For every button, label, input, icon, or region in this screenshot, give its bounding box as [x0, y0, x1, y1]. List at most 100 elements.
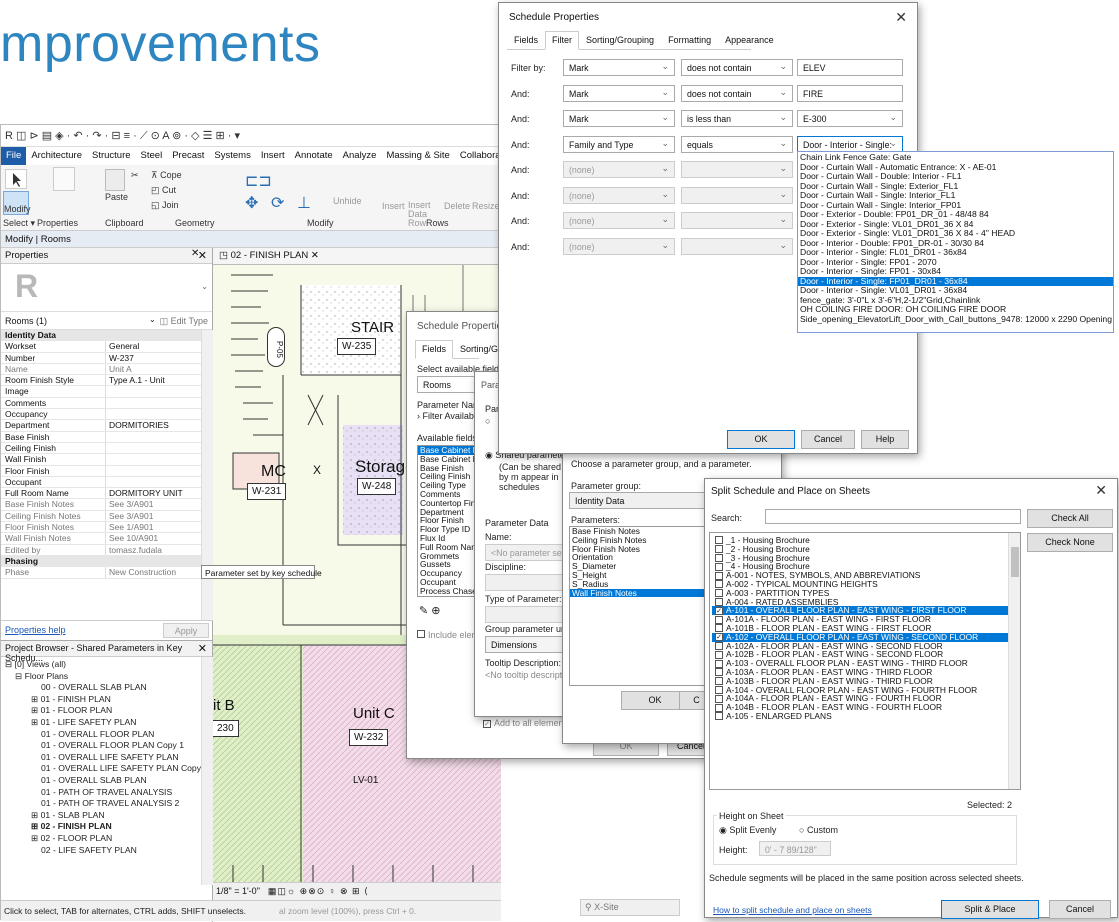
- tab-appearance[interactable]: Appearance: [718, 31, 781, 49]
- apply-button[interactable]: Apply: [163, 623, 209, 638]
- property-value[interactable]: New Construction: [106, 567, 201, 577]
- property-value[interactable]: [106, 443, 201, 453]
- dropdown-option[interactable]: Chain Link Fence Gate: Gate: [798, 153, 1113, 163]
- dropdown-option[interactable]: Door - Curtain Wall - Single: Interior_F…: [798, 201, 1113, 211]
- custom-radio[interactable]: ○ Custom: [799, 825, 838, 835]
- filter-field-select[interactable]: Mark ⌄: [563, 84, 675, 102]
- dropdown-option[interactable]: Door - Curtain Wall - Double: Interior -…: [798, 172, 1113, 182]
- properties-help-link[interactable]: Properties help: [5, 625, 66, 635]
- dropdown-option[interactable]: Door - Interior - Single: FP01 - 30x84: [798, 267, 1113, 277]
- room-unitb-tag[interactable]: 230: [213, 720, 239, 737]
- checkbox-icon[interactable]: [715, 562, 723, 571]
- close-icon[interactable]: ✕: [198, 642, 207, 655]
- dropdown-option[interactable]: Door - Interior - Single: VL01_DR01 - 36…: [798, 286, 1113, 296]
- paste-label[interactable]: Paste: [105, 192, 128, 202]
- paste-icon[interactable]: [105, 169, 125, 191]
- property-value[interactable]: [106, 466, 201, 476]
- checkbox-icon[interactable]: [715, 694, 723, 703]
- filter-operator-select[interactable]: does not contain ⌄: [681, 59, 793, 76]
- filter-field-select[interactable]: Family and Type ⌄: [563, 135, 675, 153]
- properties-icon[interactable]: [53, 167, 75, 191]
- dropdown-option[interactable]: Door - Exterior - Single: VL01_DR01_36 X…: [798, 220, 1113, 230]
- resize-button[interactable]: Resize: [472, 201, 500, 211]
- unhide-button[interactable]: Unhide: [333, 196, 362, 206]
- ribbon-tab[interactable]: Analyze: [338, 147, 382, 165]
- delete-button[interactable]: Delete: [444, 201, 470, 211]
- checkbox-icon[interactable]: [715, 580, 723, 589]
- ribbon-tab[interactable]: File: [1, 147, 27, 165]
- filter-operator-select[interactable]: is less than ⌄: [681, 110, 793, 127]
- filter-field-select[interactable]: (none) ⌄: [563, 161, 675, 178]
- help-button[interactable]: Help: [861, 430, 909, 449]
- family-type-dropdown-list[interactable]: Chain Link Fence Gate: Gate Door - Curtai…: [797, 151, 1114, 333]
- split-evenly-radio[interactable]: ◉ Split Evenly: [719, 825, 776, 836]
- browser-item[interactable]: ⊞ 01 - SLAB PLAN: [1, 810, 212, 822]
- checkbox-icon[interactable]: [715, 589, 723, 598]
- checkbox-icon[interactable]: [715, 553, 723, 562]
- browser-item[interactable]: 01 - OVERALL FLOOR PLAN Copy 1: [1, 740, 212, 752]
- discipline-select[interactable]: [485, 574, 567, 591]
- property-value[interactable]: W-237: [106, 353, 201, 363]
- type-of-parameter-select[interactable]: [485, 606, 567, 623]
- close-icon[interactable]: ✕: [895, 9, 907, 26]
- ribbon-tab[interactable]: Structure: [87, 147, 136, 165]
- dropdown-option[interactable]: Door - Exterior - Single: VL01_DR01_36 X…: [798, 229, 1113, 239]
- browser-scrollbar[interactable]: [201, 657, 213, 885]
- trim-icon[interactable]: ⊥: [297, 193, 311, 213]
- sheets-scrollbar[interactable]: [1008, 533, 1020, 789]
- checkbox-icon[interactable]: [715, 615, 723, 624]
- dropdown-option[interactable]: Side_opening_ElevatorLift_Door_with_Call…: [798, 315, 1113, 325]
- dropdown-option[interactable]: Door - Interior - Single: FL01_DR01 - 36…: [798, 248, 1113, 258]
- scissors-icon[interactable]: ✂: [131, 170, 139, 181]
- search-input[interactable]: [765, 509, 1021, 524]
- tab-filter[interactable]: Filter: [545, 31, 580, 50]
- cancel-button[interactable]: Cancel: [1049, 900, 1111, 919]
- join-button[interactable]: ◱ Join: [151, 200, 179, 211]
- chevron-down-icon[interactable]: ⌄: [149, 315, 156, 324]
- parameter-item[interactable]: Wall Finish Notes: [570, 588, 704, 598]
- property-value[interactable]: DORMITORIES: [106, 420, 201, 430]
- browser-item[interactable]: 01 - OVERALL LIFE SAFETY PLAN Copy: [1, 763, 212, 775]
- view-tab[interactable]: ◳ 02 - FINISH PLAN ✕: [213, 248, 501, 265]
- room-storage-tag[interactable]: W-248: [357, 478, 397, 495]
- filter-field-select[interactable]: (none) ⌄: [563, 237, 675, 255]
- move-icon[interactable]: ✥: [245, 193, 258, 213]
- room-stair-tag[interactable]: W-235: [337, 338, 377, 355]
- filter-operator-select[interactable]: does not contain ⌄: [681, 84, 793, 102]
- filter-operator-select[interactable]: equals ⌄: [681, 135, 793, 153]
- property-value[interactable]: [106, 398, 201, 408]
- filter-operator-select[interactable]: ⌄: [681, 186, 793, 204]
- checkbox-icon[interactable]: [715, 597, 723, 606]
- browser-item[interactable]: 01 - OVERALL FLOOR PLAN: [1, 729, 212, 741]
- dropdown-option[interactable]: Door - Interior - Single: FP01_DR01 - 36…: [798, 276, 1113, 286]
- sheets-list[interactable]: _1 - Housing Brochure _2 - Housing Brochu…: [709, 532, 1021, 790]
- property-value[interactable]: General: [106, 341, 201, 351]
- ribbon-tab[interactable]: Massing & Site: [381, 147, 454, 165]
- property-value[interactable]: [106, 432, 201, 442]
- filter-value-input[interactable]: Door - Interior - Single: ⌄: [797, 135, 903, 153]
- dropdown-option[interactable]: OH COILING FIRE DOOR: OH COILING FIRE DO…: [798, 305, 1113, 315]
- sheet-item[interactable]: A-105 - ENLARGED PLANS: [712, 712, 1008, 721]
- align-icon[interactable]: ⊏⊐: [245, 171, 272, 191]
- rotate-icon[interactable]: ⟳: [271, 193, 284, 213]
- select-arrow-icon[interactable]: [5, 169, 27, 189]
- tab-fields[interactable]: Fields: [415, 340, 454, 359]
- browser-item[interactable]: 02 - LIFE SAFETY PLAN: [1, 845, 212, 857]
- property-value[interactable]: DORMITORY UNIT: [106, 488, 201, 498]
- checkbox-icon[interactable]: ✓: [715, 606, 723, 615]
- browser-item[interactable]: ⊞ 01 - FLOOR PLAN: [1, 705, 212, 717]
- quick-access-toolbar[interactable]: R ◫ ⊳ ▤ ◈ · ↶ · ↷ · ⊟ ≡ · ⟋ ⊙ A ⊚ · ◇ ☰ …: [1, 125, 501, 147]
- parameter-group-select[interactable]: Identity Data: [569, 492, 705, 509]
- parameters-list[interactable]: Base Finish Notes Ceiling Finish Notes Flo…: [569, 526, 705, 686]
- type-selector[interactable]: Rooms (1) ⌄ ◫ Edit Type: [1, 312, 212, 330]
- browser-item[interactable]: 01 - OVERALL SLAB PLAN: [1, 775, 212, 787]
- checkbox-icon[interactable]: [715, 677, 723, 686]
- insert-button[interactable]: Insert: [382, 201, 405, 211]
- chevron-down-icon[interactable]: ⌄: [201, 282, 208, 291]
- cancel-button[interactable]: Cancel: [801, 430, 855, 449]
- filter-operator-select[interactable]: ⌄: [681, 212, 793, 229]
- browser-item[interactable]: ⊟ Floor Plans: [1, 671, 212, 683]
- filter-operator-select[interactable]: ⌄: [681, 237, 793, 255]
- checkbox-icon[interactable]: [715, 712, 723, 721]
- modify-button[interactable]: Modify: [3, 191, 31, 215]
